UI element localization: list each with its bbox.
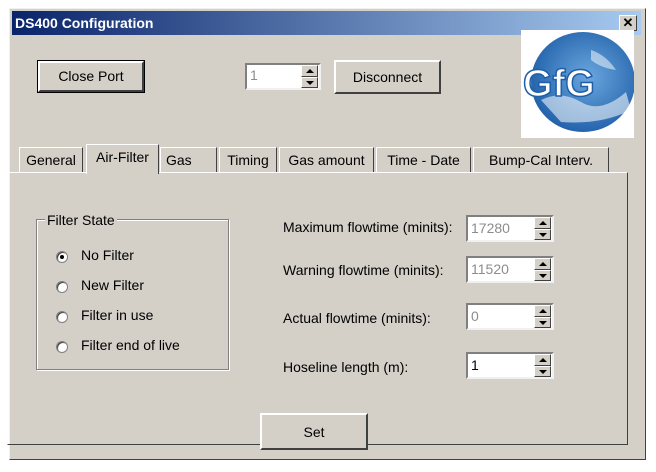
set-button[interactable]: Set (260, 413, 368, 450)
hoseline-length-label: Hoseline length (m): (283, 359, 409, 375)
arrow-down-icon (539, 274, 547, 278)
filter-state-title: Filter State (45, 212, 117, 228)
tab-label: Gas amount (288, 152, 365, 168)
arrow-down-icon (539, 370, 547, 374)
port-number-value: 1 (250, 67, 258, 83)
arrow-up-icon (306, 69, 314, 73)
hoseline-length-value: 1 (471, 357, 479, 373)
spin-up-button[interactable] (534, 354, 551, 366)
max-flowtime-value: 17280 (471, 220, 510, 236)
gfg-logo-text: GfG (523, 63, 595, 105)
close-icon: ✕ (622, 15, 634, 30)
tab-timing[interactable]: Timing (219, 147, 277, 172)
warning-flowtime-spinner[interactable] (534, 258, 551, 281)
radio-label-no-filter[interactable]: No Filter (81, 247, 134, 263)
close-window-button[interactable]: ✕ (619, 15, 637, 31)
disconnect-button[interactable]: Disconnect (334, 60, 441, 94)
max-flowtime-spinner[interactable] (534, 217, 551, 240)
tab-gas-amount[interactable]: Gas amount (279, 147, 374, 172)
disconnect-label: Disconnect (352, 69, 423, 85)
radio-label-filter-in-use[interactable]: Filter in use (81, 307, 153, 323)
set-label: Set (303, 424, 325, 440)
hoseline-length-spinner[interactable] (534, 354, 551, 377)
radio-new-filter[interactable] (56, 281, 68, 293)
radio-label-filter-end-of-live[interactable]: Filter end of live (81, 337, 180, 353)
active-tab-joint (87, 171, 158, 174)
radio-filter-end-of-live[interactable] (56, 341, 68, 353)
close-port-label: Close Port (58, 68, 124, 84)
spin-up-button[interactable] (534, 258, 551, 270)
tab-label: Timing (227, 152, 269, 168)
tab-label: Time - Date (387, 152, 460, 168)
radio-filter-in-use[interactable] (56, 311, 68, 323)
tab-label: Gas (166, 152, 192, 168)
tab-label: General (26, 152, 76, 168)
tab-label: Air-Filter (96, 149, 149, 165)
gfg-logo: GfG (521, 30, 635, 138)
arrow-up-icon (539, 262, 547, 266)
close-port-button[interactable]: Close Port (37, 60, 145, 93)
actual-flowtime-value: 0 (471, 308, 479, 324)
warning-flowtime-label: Warning flowtime (minits): (283, 262, 444, 278)
spin-down-button[interactable] (534, 270, 551, 281)
arrow-up-icon (539, 309, 547, 313)
gfg-globe-icon: GfG (522, 32, 635, 132)
spin-down-button[interactable] (534, 229, 551, 240)
spin-down-button[interactable] (534, 366, 551, 377)
max-flowtime-label: Maximum flowtime (minits): (283, 219, 453, 235)
port-number-spinner[interactable] (301, 65, 318, 88)
actual-flowtime-spinner[interactable] (534, 305, 551, 328)
spin-up-button[interactable] (534, 217, 551, 229)
radio-selected-dot (60, 255, 64, 259)
arrow-down-icon (539, 321, 547, 325)
spin-down-button[interactable] (301, 77, 318, 88)
arrow-up-icon (539, 358, 547, 362)
warning-flowtime-value: 11520 (471, 261, 509, 277)
tab-air-filter[interactable]: Air-Filter (86, 144, 159, 174)
tab-bump-cal-interval[interactable]: Bump-Cal Interv. (473, 147, 609, 172)
tab-label: Bump-Cal Interv. (489, 152, 593, 168)
spin-up-button[interactable] (301, 65, 318, 77)
window-title: DS400 Configuration (15, 15, 154, 31)
radio-no-filter[interactable] (56, 251, 68, 263)
tab-gas[interactable]: Gas (160, 147, 217, 172)
arrow-down-icon (539, 233, 547, 237)
arrow-down-icon (306, 81, 314, 85)
actual-flowtime-label: Actual flowtime (minits): (283, 310, 431, 326)
arrow-up-icon (539, 221, 547, 225)
spin-up-button[interactable] (534, 305, 551, 317)
radio-label-new-filter[interactable]: New Filter (81, 277, 144, 293)
spin-down-button[interactable] (534, 317, 551, 328)
tab-time-date[interactable]: Time - Date (376, 147, 471, 172)
tab-general[interactable]: General (19, 147, 83, 172)
